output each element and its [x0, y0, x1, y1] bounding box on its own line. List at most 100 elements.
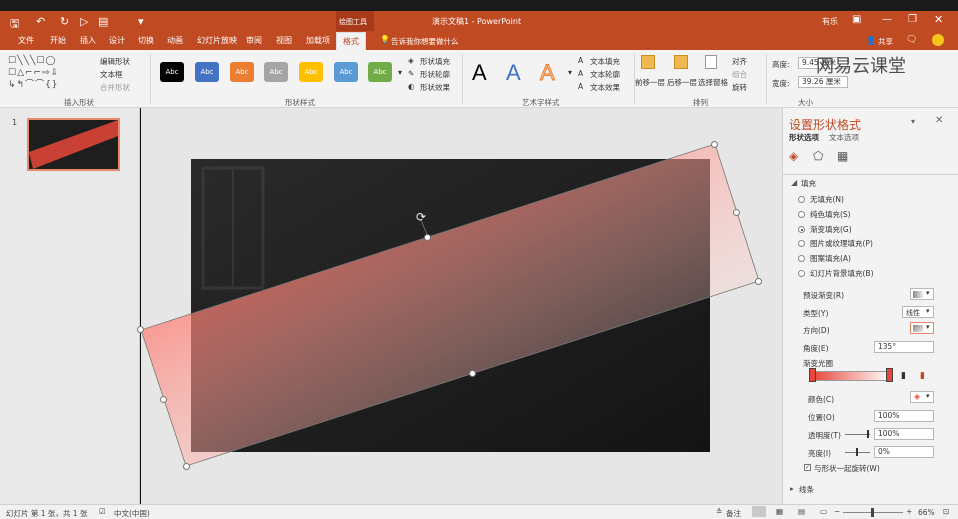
comments-icon[interactable]: 🗨: [906, 35, 917, 45]
start-from-beginning-icon[interactable]: ▷: [80, 15, 88, 28]
gradient-stop-right[interactable]: [886, 368, 893, 382]
option-solid-fill[interactable]: 纯色填充(S): [810, 209, 851, 220]
user-name[interactable]: 有乐: [822, 16, 838, 27]
transparency-slider-thumb[interactable]: [867, 430, 869, 438]
wordart-style-black[interactable]: A: [472, 60, 487, 86]
style-swatch-blue[interactable]: Abc: [195, 62, 219, 82]
text-box-button[interactable]: 文本框: [100, 69, 123, 80]
radio-gradient-fill[interactable]: [798, 226, 805, 233]
send-backward-icon[interactable]: [674, 55, 688, 69]
radio-slide-background-fill[interactable]: [798, 270, 805, 277]
tab-format[interactable]: 格式: [336, 32, 366, 50]
style-swatch-green[interactable]: Abc: [368, 62, 392, 82]
share-button[interactable]: 共享: [878, 36, 893, 47]
resize-handle-top-right[interactable]: [711, 141, 718, 148]
radio-pattern-fill[interactable]: [798, 255, 805, 262]
line-section-header[interactable]: 线条: [799, 484, 814, 495]
type-dropdown[interactable]: 线性 ▾: [902, 306, 934, 318]
tab-insert[interactable]: 插入: [80, 35, 96, 46]
radio-solid-fill[interactable]: [798, 211, 805, 218]
tab-slideshow[interactable]: 幻灯片放映: [197, 35, 237, 46]
slide-sorter-icon[interactable]: ▦: [776, 507, 783, 516]
resize-handle-left[interactable]: [137, 326, 144, 333]
ribbon-display-icon[interactable]: ▣: [852, 14, 861, 25]
pane-options-icon[interactable]: ▾: [911, 117, 915, 126]
fill-line-icon[interactable]: ◈: [789, 149, 798, 163]
resize-handle-mid-left[interactable]: [160, 396, 167, 403]
rotate-button[interactable]: 旋转: [732, 82, 747, 93]
size-properties-icon[interactable]: ▦: [837, 149, 848, 163]
style-swatch-black[interactable]: Abc: [160, 62, 184, 82]
shape-outline-button[interactable]: 形状轮廓: [420, 69, 450, 80]
gradient-stop-left[interactable]: [809, 368, 816, 382]
rotate-with-shape-label[interactable]: 与形状一起旋转(W): [814, 463, 880, 474]
tab-file[interactable]: 文件: [18, 35, 34, 46]
rotate-with-shape-checkbox[interactable]: ✓: [804, 464, 811, 471]
zoom-out-icon[interactable]: −: [834, 507, 840, 516]
resize-handle-right[interactable]: [755, 278, 762, 285]
shape-effects-button[interactable]: 形状效果: [420, 82, 450, 93]
reading-view-icon[interactable]: ▤: [798, 507, 805, 516]
text-fill-button[interactable]: 文本填充: [590, 56, 620, 67]
tab-design[interactable]: 设计: [109, 35, 125, 46]
bring-forward-icon[interactable]: [641, 55, 655, 69]
maximize-icon[interactable]: ❐: [908, 14, 917, 25]
transparency-input[interactable]: 100%: [874, 428, 934, 440]
wordart-style-blue[interactable]: A: [506, 60, 521, 86]
resize-handle-bottom[interactable]: [469, 370, 476, 377]
expand-icon[interactable]: ▸: [790, 484, 794, 493]
style-swatch-lightblue[interactable]: Abc: [334, 62, 358, 82]
resize-handle-bottom-left[interactable]: [183, 463, 190, 470]
option-picture-fill[interactable]: 图片或纹理填充(P): [810, 238, 873, 249]
merge-shapes-button[interactable]: 合并形状: [100, 82, 130, 93]
zoom-slider-thumb[interactable]: [871, 508, 874, 517]
tab-review[interactable]: 审阅: [246, 35, 262, 46]
radio-no-fill[interactable]: [798, 196, 805, 203]
tab-home[interactable]: 开始: [50, 35, 66, 46]
gallery-scroll-icon[interactable]: ▾: [398, 68, 402, 77]
add-stop-icon[interactable]: ▮: [901, 371, 906, 381]
selection-pane-icon[interactable]: [705, 55, 717, 69]
send-backward-button[interactable]: 后移一层: [667, 77, 697, 88]
language-status[interactable]: 中文(中国): [114, 508, 150, 519]
text-outline-button[interactable]: 文本轮廓: [590, 69, 620, 80]
tab-shape-options[interactable]: 形状选项: [789, 132, 819, 143]
angle-input[interactable]: 135°: [874, 341, 934, 353]
position-input[interactable]: 100%: [874, 410, 934, 422]
wordart-style-orange[interactable]: A: [540, 60, 556, 86]
notes-button[interactable]: 备注: [726, 508, 741, 519]
minimize-icon[interactable]: —: [882, 14, 892, 25]
wordart-scroll-icon[interactable]: ▾: [568, 68, 572, 77]
zoom-in-icon[interactable]: +: [906, 507, 912, 516]
tab-animations[interactable]: 动画: [167, 35, 183, 46]
slideshow-view-icon[interactable]: ▭: [820, 507, 827, 516]
style-swatch-orange[interactable]: Abc: [230, 62, 254, 82]
tab-text-options[interactable]: 文本选项: [829, 132, 859, 143]
color-dropdown[interactable]: ◈ ▾: [910, 391, 934, 403]
pane-close-icon[interactable]: ✕: [935, 115, 943, 126]
tell-me-input[interactable]: 告诉我你想要做什么: [391, 36, 459, 47]
normal-view-icon[interactable]: [752, 506, 766, 517]
fill-section-header[interactable]: 填充: [801, 178, 816, 189]
option-pattern-fill[interactable]: 图案填充(A): [810, 253, 851, 264]
group-button[interactable]: 组合: [732, 69, 747, 80]
style-swatch-gold[interactable]: Abc: [299, 62, 323, 82]
option-no-fill[interactable]: 无填充(N): [810, 194, 844, 205]
smiley-icon[interactable]: [932, 34, 944, 46]
resize-handle-mid-right[interactable]: [733, 209, 740, 216]
selection-pane-button[interactable]: 选择窗格: [698, 77, 728, 88]
slide-thumbnail[interactable]: [27, 118, 120, 171]
edit-shape-button[interactable]: 编辑形状: [100, 56, 130, 67]
radio-picture-fill[interactable]: [798, 240, 805, 247]
style-swatch-gray[interactable]: Abc: [264, 62, 288, 82]
tab-addins[interactable]: 加载项: [306, 35, 330, 46]
shape-fill-button[interactable]: 形状填充: [420, 56, 450, 67]
tab-view[interactable]: 视图: [276, 35, 292, 46]
shapes-gallery[interactable]: ☐╲╲╲☐◯ ☐△⌐⌐⇨⇩ ↳↰⌒⌒{}: [8, 55, 96, 93]
option-slide-background-fill[interactable]: 幻灯片背景填充(B): [810, 268, 874, 279]
customize-toolbar-icon[interactable]: ▾: [138, 15, 144, 28]
bring-forward-button[interactable]: 前移一层: [635, 77, 665, 88]
tab-transitions[interactable]: 切换: [138, 35, 154, 46]
effects-pentagon-icon[interactable]: ⬠: [813, 149, 823, 163]
zoom-level[interactable]: 66%: [918, 508, 935, 517]
